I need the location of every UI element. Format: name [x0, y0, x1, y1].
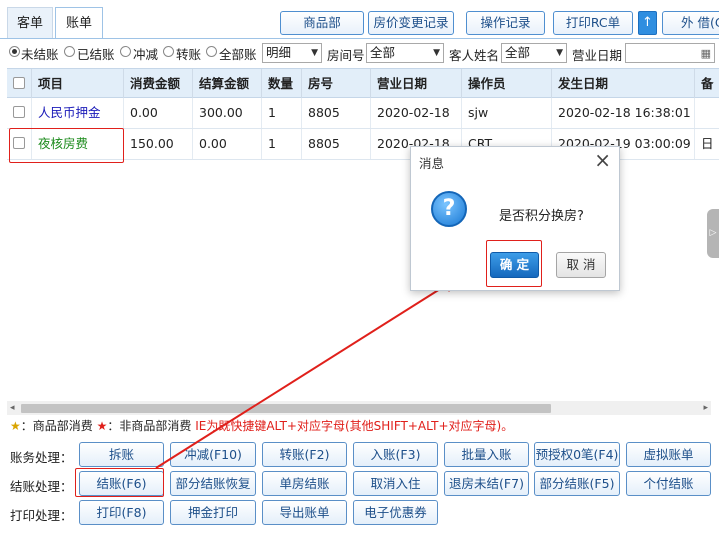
dialog-message: 是否积分换房? — [499, 209, 584, 224]
billing-window: 客单 账单 商品部 房价变更记录 操作记录 打印RC单 ↑ 外 借(C 未结账 … — [0, 0, 719, 534]
close-icon[interactable]: × — [594, 148, 611, 172]
highlight-confirm-button — [486, 240, 542, 287]
question-icon: ? — [431, 191, 467, 227]
cancel-button[interactable]: 取 消 — [556, 252, 606, 278]
dialog-title: 消息 — [419, 156, 445, 171]
message-dialog: 消息 × ? 是否积分换房? 确 定 取 消 — [410, 146, 620, 291]
